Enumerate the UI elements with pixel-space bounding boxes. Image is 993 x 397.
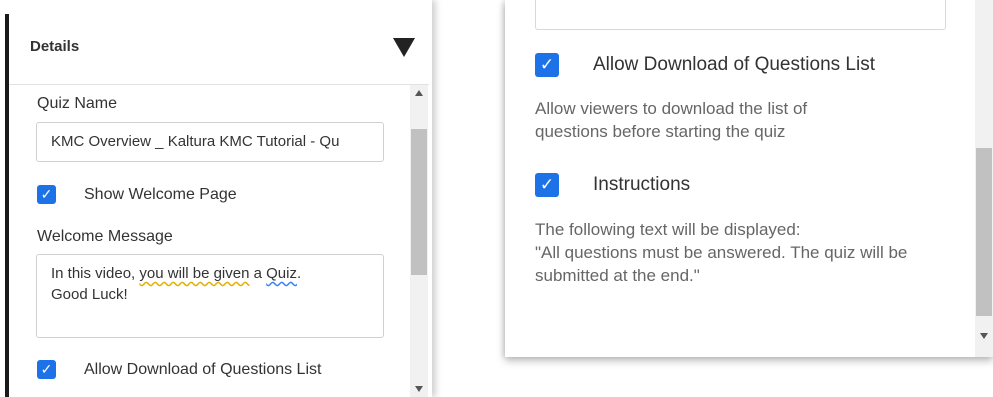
checkmark-icon: ✓ xyxy=(539,175,555,194)
welcome-text-1: In this video, xyxy=(51,265,140,282)
allow-download-checkbox-right[interactable]: ✓ xyxy=(535,53,559,77)
right-scrollbar[interactable] xyxy=(975,0,993,357)
instructions-desc-line-1: The following text will be displayed: xyxy=(535,220,801,239)
left-scrollbar[interactable] xyxy=(410,85,428,397)
quiz-name-label: Quiz Name xyxy=(37,95,118,112)
details-title: Details xyxy=(30,38,80,55)
checkmark-icon: ✓ xyxy=(539,55,555,74)
welcome-text-3: . xyxy=(296,265,302,282)
quiz-name-value: KMC Overview _ Kaltura KMC Tutorial - Qu xyxy=(51,133,340,150)
welcome-message-textarea[interactable]: In this video, you will be given a Quiz.… xyxy=(36,254,384,338)
instructions-label: Instructions xyxy=(593,174,691,195)
left-scrollbar-thumb[interactable] xyxy=(411,129,427,275)
zoomed-options-panel: ✓ Allow Download of Questions List Allow… xyxy=(505,0,993,357)
quiz-details-panel: Details Quiz Name KMC Overview _ Kaltura… xyxy=(0,0,432,397)
scroll-up-arrow-icon[interactable] xyxy=(415,90,423,96)
checkmark-icon: ✓ xyxy=(40,186,53,202)
instructions-checkbox[interactable]: ✓ xyxy=(535,173,559,197)
show-welcome-checkbox[interactable]: ✓ xyxy=(37,185,56,204)
checkmark-icon: ✓ xyxy=(40,361,53,377)
triangle-down-icon[interactable] xyxy=(393,38,415,57)
zoomed-input-field[interactable] xyxy=(535,0,946,30)
spellcheck-word-2: Quiz xyxy=(266,265,297,282)
welcome-message-line-1: In this video, you will be given a Quiz. xyxy=(51,263,369,284)
welcome-message-label: Welcome Message xyxy=(37,228,173,245)
scroll-down-arrow-icon[interactable] xyxy=(415,386,423,392)
welcome-message-line-2: Good Luck! xyxy=(51,286,128,303)
allow-download-label-left: Allow Download of Questions List xyxy=(84,361,322,378)
scroll-down-arrow-icon[interactable] xyxy=(980,333,988,339)
instructions-desc-line-2: "All questions must be answered. The qui… xyxy=(535,243,908,285)
spellcheck-word-1: you will be given xyxy=(139,265,250,282)
details-scroll-area: Quiz Name KMC Overview _ Kaltura KMC Tut… xyxy=(9,85,409,397)
right-scrollbar-thumb[interactable] xyxy=(976,148,992,316)
welcome-text-2: a xyxy=(249,265,267,282)
details-header[interactable]: Details xyxy=(9,14,429,85)
allow-download-label-right: Allow Download of Questions List xyxy=(593,54,875,75)
quiz-name-input[interactable]: KMC Overview _ Kaltura KMC Tutorial - Qu xyxy=(36,122,384,162)
allow-download-description: Allow viewers to download the list of qu… xyxy=(535,99,808,141)
show-welcome-label: Show Welcome Page xyxy=(84,186,237,203)
instructions-description: The following text will be displayed: "A… xyxy=(535,218,950,287)
allow-download-checkbox-left[interactable]: ✓ xyxy=(37,360,56,379)
